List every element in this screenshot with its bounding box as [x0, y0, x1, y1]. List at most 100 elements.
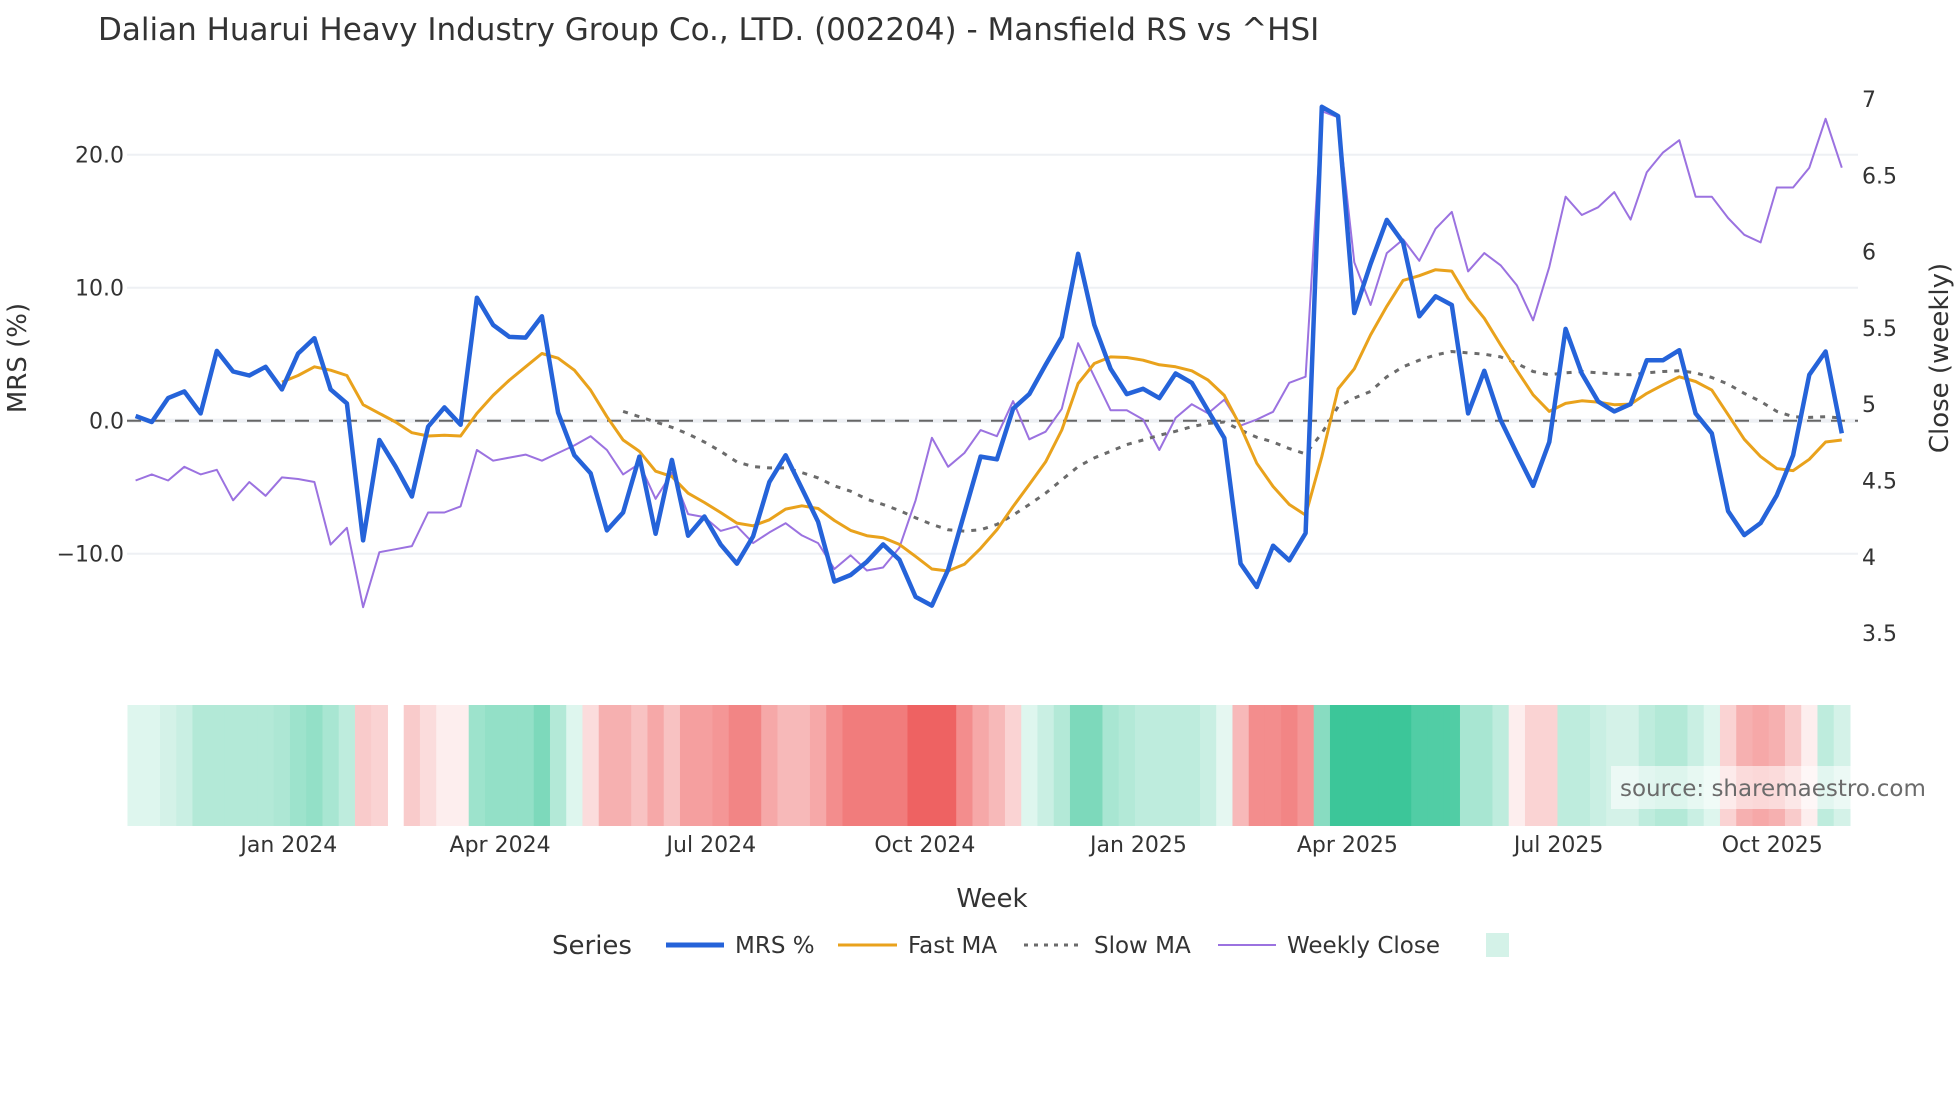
heatmap-cell [663, 705, 681, 826]
heatmap-cell [468, 705, 486, 826]
heatmap-cell [1102, 705, 1120, 826]
heatmap-cell [1476, 705, 1493, 826]
heatmap-cell [712, 705, 730, 826]
y2-axis-ticks: 7 6.5 6 5.5 5 4.5 4 3.5 [1862, 88, 1897, 647]
heatmap-cell [192, 705, 210, 826]
x-axis-title: Week [956, 884, 1027, 914]
heatmap-cell [143, 705, 161, 826]
legend-item-mrs[interactable]: MRS % [666, 933, 815, 959]
heatmap-cell [891, 705, 908, 826]
heatmap-cell [257, 705, 275, 826]
heatmap-cell [728, 705, 746, 826]
heatmap-cell [1329, 705, 1347, 826]
heatmap-strip [127, 705, 1851, 826]
heatmap-cell [1069, 705, 1087, 826]
heatmap-cell [224, 705, 242, 826]
heatmap-cell [647, 705, 665, 826]
heatmap-cell [939, 705, 957, 826]
heatmap-cell [1557, 705, 1575, 826]
heatmap-cell [322, 705, 340, 826]
y2-tick-label: 4.5 [1862, 470, 1897, 495]
heatmap-cell [1281, 705, 1298, 826]
heatmap-cell [1443, 705, 1461, 826]
heatmap-cell [501, 705, 518, 826]
heatmap-cell [809, 705, 827, 826]
mansfield-rs-chart: Dalian Huarui Heavy Industry Group Co., … [3, 12, 1955, 961]
y-axis-ticks: 20.0 10.0 0.0 −10.0 [57, 144, 124, 568]
source-text: source: sharemaestro.com [1620, 776, 1926, 802]
heatmap-cell [679, 705, 697, 826]
x-tick-label: Jul 2024 [665, 833, 757, 858]
heatmap-cell [1248, 705, 1266, 826]
heatmap-cell [1524, 705, 1542, 826]
heatmap-cell [517, 705, 535, 826]
legend-heatmap-swatch[interactable] [1486, 933, 1509, 957]
legend-slow-ma-label: Slow MA [1094, 933, 1191, 959]
heatmap-cell [1134, 705, 1152, 826]
heatmap-cell [549, 705, 567, 826]
heatmap-cell [1492, 705, 1510, 826]
heatmap-cell [1573, 705, 1591, 826]
heatmap-cell [1199, 705, 1217, 826]
heatmap-cell [761, 705, 778, 826]
heatmap-cell [1004, 705, 1022, 826]
heatmap-cell [1411, 705, 1428, 826]
heatmap-cell [744, 705, 762, 826]
heatmap-cell [614, 705, 632, 826]
x-tick-label: Jul 2025 [1512, 833, 1604, 858]
heatmap-cell [1216, 705, 1233, 826]
y2-tick-label: 6 [1862, 241, 1876, 266]
series-weekly-close-line [135, 110, 1843, 609]
series-mrs-line [134, 104, 1845, 608]
legend-item-slow-ma[interactable]: Slow MA [1024, 933, 1191, 959]
heatmap-cell [842, 705, 860, 826]
heatmap-cell [566, 705, 583, 826]
heatmap-cell [159, 705, 177, 826]
heatmap-cell [354, 705, 372, 826]
heatmap-cell [1589, 705, 1607, 826]
heatmap-cell [1394, 705, 1412, 826]
heatmap-cell [208, 705, 226, 826]
heatmap-cell [241, 705, 258, 826]
y2-tick-label: 3.5 [1862, 622, 1897, 647]
y-tick-label: −10.0 [57, 543, 124, 568]
x-tick-label: Apr 2025 [1297, 833, 1398, 858]
heatmap-cell [972, 705, 990, 826]
heatmap-cell [1264, 705, 1282, 826]
heatmap-cell [1346, 705, 1363, 826]
legend: Series MRS % Fast MA Slow MA Weekly Clos… [552, 931, 1509, 961]
source-watermark: source: sharemaestro.com [1611, 766, 1940, 809]
legend-item-fast-ma[interactable]: Fast MA [838, 933, 997, 959]
heatmap-cell [777, 705, 795, 826]
heatmap-cell [419, 705, 437, 826]
heatmap-cell [1232, 705, 1250, 826]
legend-item-weekly-close[interactable]: Weekly Close [1218, 933, 1440, 959]
legend-fast-ma-label: Fast MA [908, 933, 997, 959]
y-tick-label: 10.0 [75, 277, 124, 302]
y2-tick-label: 5 [1862, 393, 1876, 418]
heatmap-cell [533, 705, 551, 826]
heatmap-cell [1053, 705, 1071, 826]
gridlines [127, 153, 1858, 555]
chart-title: Dalian Huarui Heavy Industry Group Co., … [98, 12, 1319, 48]
y2-tick-label: 6.5 [1862, 164, 1897, 189]
heatmap-cell [371, 705, 388, 826]
heatmap-cell [598, 705, 616, 826]
heatmap-cell [793, 705, 811, 826]
heatmap-cell [582, 705, 600, 826]
heatmap-cell [436, 705, 453, 826]
heatmap-cell [403, 705, 421, 826]
x-axis-ticks: Jan 2024 Apr 2024 Jul 2024 Oct 2024 Jan 2025… [238, 833, 1822, 858]
heatmap-cell [1118, 705, 1136, 826]
x-tick-label: Jan 2025 [1088, 833, 1187, 858]
heatmap-cell [1541, 705, 1558, 826]
heatmap-cell [1313, 705, 1331, 826]
heatmap-cell [1362, 705, 1380, 826]
heatmap-cell [1427, 705, 1445, 826]
heatmap-cell [1021, 705, 1038, 826]
y-axis-title: MRS (%) [3, 303, 33, 413]
heatmap-cell [176, 705, 193, 826]
y2-tick-label: 5.5 [1862, 317, 1897, 342]
heatmap-cell [338, 705, 356, 826]
series-lines [134, 104, 1845, 609]
